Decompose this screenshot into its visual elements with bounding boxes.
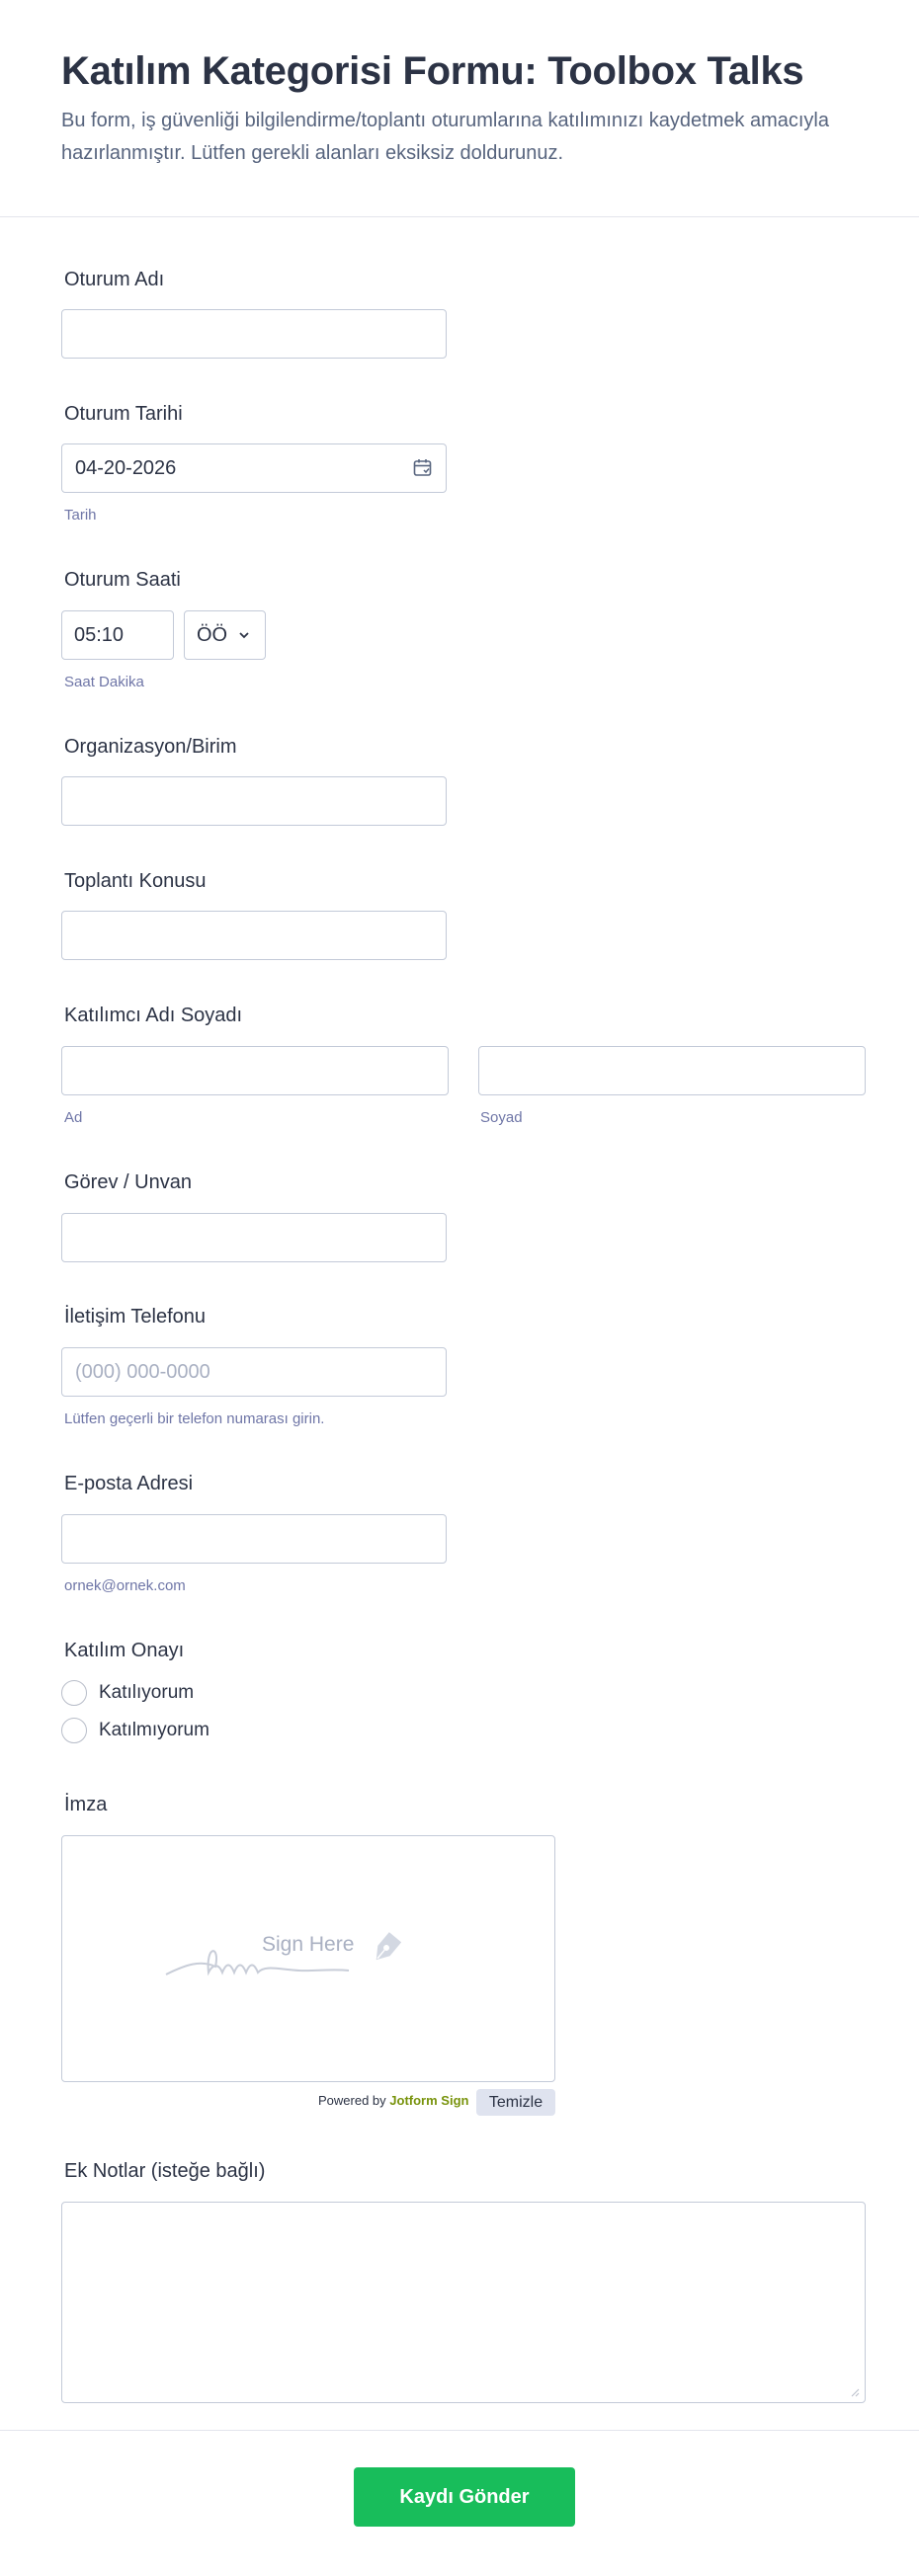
- role-input[interactable]: [61, 1213, 447, 1262]
- session-date-value: 04-20-2026: [75, 456, 177, 479]
- email-sublabel: ornek@ornek.com: [64, 1577, 186, 1594]
- organization-label: Organizasyon/Birim: [64, 736, 237, 758]
- last-name-sublabel: Soyad: [480, 1109, 523, 1126]
- clear-signature-button[interactable]: Temizle: [476, 2089, 555, 2116]
- form-description: Bu form, iş güvenliği bilgilendirme/topl…: [61, 110, 830, 164]
- phone-label: İletişim Telefonu: [64, 1306, 207, 1328]
- powered-by-prefix: Powered by: [318, 2093, 386, 2108]
- session-time-label: Oturum Saati: [64, 569, 181, 591]
- consent-option-agree[interactable]: Katılıyorum: [61, 1679, 194, 1707]
- phone-sublabel: Lütfen geçerli bir telefon numarası giri…: [64, 1410, 325, 1427]
- session-name-label: Oturum Adı: [64, 269, 165, 290]
- submit-button[interactable]: Kaydı Gönder: [354, 2467, 575, 2527]
- powered-by-text: Powered by Jotform Sign: [318, 2093, 468, 2108]
- phone-input[interactable]: (000) 000-0000: [61, 1347, 447, 1397]
- first-name-input[interactable]: [61, 1046, 449, 1095]
- email-label: E-posta Adresi: [64, 1473, 194, 1494]
- ampm-select[interactable]: ÖÖ: [184, 610, 266, 660]
- session-time-input[interactable]: 05:10: [61, 610, 174, 660]
- form-header: Katılım Kategorisi Formu: Toolbox Talks …: [0, 0, 919, 217]
- session-date-sublabel: Tarih: [64, 507, 97, 523]
- participant-name-label: Katılımcı Adı Soyadı: [64, 1005, 243, 1026]
- role-label: Görev / Unvan: [64, 1171, 192, 1193]
- signature-scribble-icon: [165, 1932, 402, 1976]
- consent-option-label: Katılıyorum: [99, 1682, 195, 1703]
- signature-pad[interactable]: Sign Here: [61, 1835, 555, 2082]
- session-date-input[interactable]: 04-20-2026: [61, 443, 447, 493]
- session-date-label: Oturum Tarihi: [64, 403, 183, 425]
- ampm-value: ÖÖ: [197, 623, 228, 646]
- notes-label: Ek Notlar (isteğe bağlı): [64, 2160, 266, 2182]
- session-name-input[interactable]: [61, 309, 447, 359]
- form-title: Katılım Kategorisi Formu: Toolbox Talks: [61, 49, 804, 93]
- consent-label: Katılım Onayı: [64, 1640, 185, 1661]
- calendar-icon[interactable]: [412, 457, 434, 479]
- radio-button[interactable]: [61, 1718, 87, 1743]
- consent-option-label: Katılmıyorum: [99, 1720, 209, 1740]
- email-input[interactable]: [61, 1514, 447, 1564]
- signature-label: İmza: [64, 1794, 108, 1815]
- topic-input[interactable]: [61, 911, 447, 960]
- first-name-sublabel: Ad: [64, 1109, 83, 1126]
- topic-label: Toplantı Konusu: [64, 870, 207, 892]
- session-time-sublabel: Saat Dakika: [64, 674, 144, 690]
- last-name-input[interactable]: [478, 1046, 866, 1095]
- resize-handle-icon[interactable]: [850, 2387, 860, 2397]
- organization-input[interactable]: [61, 776, 447, 826]
- notes-textarea[interactable]: [61, 2202, 866, 2403]
- chevron-down-icon: [239, 632, 249, 639]
- jotform-sign-brand[interactable]: Jotform Sign: [389, 2093, 468, 2108]
- radio-button[interactable]: [61, 1680, 87, 1706]
- consent-option-disagree[interactable]: Katılmıyorum: [61, 1717, 209, 1744]
